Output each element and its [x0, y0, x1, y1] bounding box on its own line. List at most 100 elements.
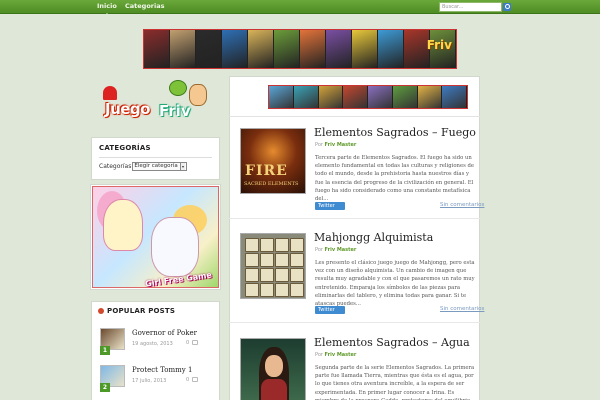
popular-posts-title: POPULAR POSTS — [107, 307, 176, 315]
chevron-down-icon — [179, 163, 185, 170]
post-author[interactable]: Friv Master — [325, 352, 357, 358]
strip-game-tile[interactable] — [318, 86, 344, 108]
banner-game-tile — [196, 30, 222, 68]
unicorn-figure — [151, 217, 199, 277]
mahjong-tile — [290, 268, 304, 282]
comments-link[interactable]: Sin comentarios — [440, 306, 484, 312]
divider — [229, 116, 480, 117]
banner-game-tile — [326, 30, 352, 68]
angry-bird-icon — [169, 80, 187, 96]
thumb-subtitle: SACRED ELEMENTS — [244, 181, 299, 187]
mahjong-tile — [290, 283, 304, 297]
banner-game-tile — [378, 30, 404, 68]
mahjong-tile — [245, 268, 259, 282]
popular-post-item[interactable]: 2 Protect Tommy 1 17 julio, 2013 0 — [100, 365, 215, 392]
categories-label: Categorías — [99, 163, 132, 170]
popular-posts-widget: POPULAR POSTS 1 Governor of Poker 19 ago… — [91, 301, 220, 400]
divider — [229, 218, 480, 219]
comment-count: 0 — [186, 340, 190, 346]
byline-prefix: Por — [315, 247, 323, 253]
banner-game-tile — [144, 30, 170, 68]
mahjong-tile — [245, 253, 259, 267]
popular-post-item[interactable]: 1 Governor of Poker 19 agosto, 2013 0 — [100, 328, 215, 355]
banner-game-tile — [300, 30, 326, 68]
mahjong-tile — [290, 253, 304, 267]
logo-word-juego: Juego — [105, 100, 150, 118]
search-icon[interactable] — [503, 3, 511, 11]
header-banner[interactable]: Friv — [143, 29, 457, 69]
mahjong-tile — [275, 238, 289, 252]
post-thumbnail[interactable] — [240, 338, 306, 400]
popular-post-date: 19 agosto, 2013 — [132, 341, 173, 347]
comment-count: 0 — [186, 377, 190, 383]
mahjong-tile — [290, 238, 304, 252]
category-select[interactable]: Elegir categoría — [132, 162, 187, 171]
games-strip-banner[interactable] — [268, 85, 468, 109]
byline-prefix: Por — [315, 142, 323, 148]
post-thumbnail[interactable] — [240, 233, 306, 299]
ad-image: Girl Free Game — [92, 186, 219, 288]
mario-icon — [103, 86, 117, 100]
nav-item-categorias[interactable]: Categorias — [125, 2, 164, 10]
post-author[interactable]: Friv Master — [325, 142, 357, 148]
mahjong-tile — [260, 238, 274, 252]
banner-game-tile — [170, 30, 196, 68]
post-title[interactable]: Mahjongg Alquimista — [314, 231, 433, 244]
post-thumbnail[interactable]: FIRE SACRED ELEMENTS — [240, 128, 306, 194]
popular-post-rank: 2 — [100, 383, 110, 392]
popular-post-date: 17 julio, 2013 — [132, 378, 167, 384]
divider — [229, 322, 480, 323]
thumb-title: FIRE — [245, 163, 288, 179]
bullet-icon — [98, 308, 104, 314]
popular-post-title[interactable]: Protect Tommy 1 — [132, 366, 192, 374]
popular-post-title[interactable]: Governor of Poker — [132, 329, 197, 337]
comment-bubble-icon — [192, 340, 198, 345]
post-byline: Por Friv Master — [315, 247, 356, 253]
categories-widget: CATEGORÍAS Categorías Elegir categoría — [91, 137, 220, 180]
banner-logo-text: Friv — [426, 38, 452, 52]
byline-prefix: Por — [315, 352, 323, 358]
top-navbar: Inicio Categorias Buscar... — [0, 0, 600, 16]
strip-game-tile[interactable] — [417, 86, 443, 108]
post-title[interactable]: Elementos Sagrados – Fuego — [314, 126, 476, 139]
mahjong-tile — [275, 283, 289, 297]
banner-game-tile — [222, 30, 248, 68]
category-select-value: Elegir categoría — [134, 163, 178, 169]
sidebar-ad[interactable]: Girl Free Game — [90, 184, 221, 290]
mahjong-tile — [245, 283, 259, 297]
banner-game-tile — [352, 30, 378, 68]
mahjong-tile — [275, 253, 289, 267]
strip-game-tile[interactable] — [269, 86, 294, 108]
post-author[interactable]: Friv Master — [325, 247, 357, 253]
thumb-figure-face — [265, 355, 283, 377]
categories-widget-title: CATEGORÍAS — [99, 144, 151, 152]
strip-game-tile[interactable] — [293, 86, 319, 108]
banner-game-tile — [274, 30, 300, 68]
strip-game-tile[interactable] — [442, 86, 467, 108]
pony-figure — [103, 199, 143, 251]
site-logo[interactable]: Juego Friv — [95, 80, 213, 126]
banner-game-tile — [248, 30, 274, 68]
divider — [99, 157, 212, 158]
nav-item-inicio[interactable]: Inicio — [97, 2, 117, 16]
comment-bubble-icon — [192, 377, 198, 382]
strip-game-tile[interactable] — [343, 86, 368, 108]
post-byline: Por Friv Master — [315, 142, 356, 148]
mahjong-tile — [275, 268, 289, 282]
search-input[interactable]: Buscar... — [439, 2, 502, 12]
thumb-figure-dress — [261, 379, 287, 400]
mahjong-tile — [260, 268, 274, 282]
strip-game-tile[interactable] — [392, 86, 418, 108]
post-byline: Por Friv Master — [315, 352, 356, 358]
mahjong-tile — [245, 238, 259, 252]
strip-game-tile[interactable] — [368, 86, 393, 108]
post-excerpt: Segunda parte de la serie Elementos Sagr… — [315, 365, 475, 400]
twitter-button[interactable]: Twitter — [315, 306, 345, 314]
popular-post-rank: 1 — [100, 346, 110, 355]
twitter-button[interactable]: Twitter — [315, 202, 345, 210]
cartoon-face-icon — [189, 84, 207, 106]
post-excerpt: Tercera parte de Elementos Sagrados. El … — [315, 155, 475, 203]
post-title[interactable]: Elementos Sagrados – Agua — [314, 336, 470, 349]
comments-link[interactable]: Sin comentarios — [440, 202, 484, 208]
mahjong-tile — [260, 253, 274, 267]
